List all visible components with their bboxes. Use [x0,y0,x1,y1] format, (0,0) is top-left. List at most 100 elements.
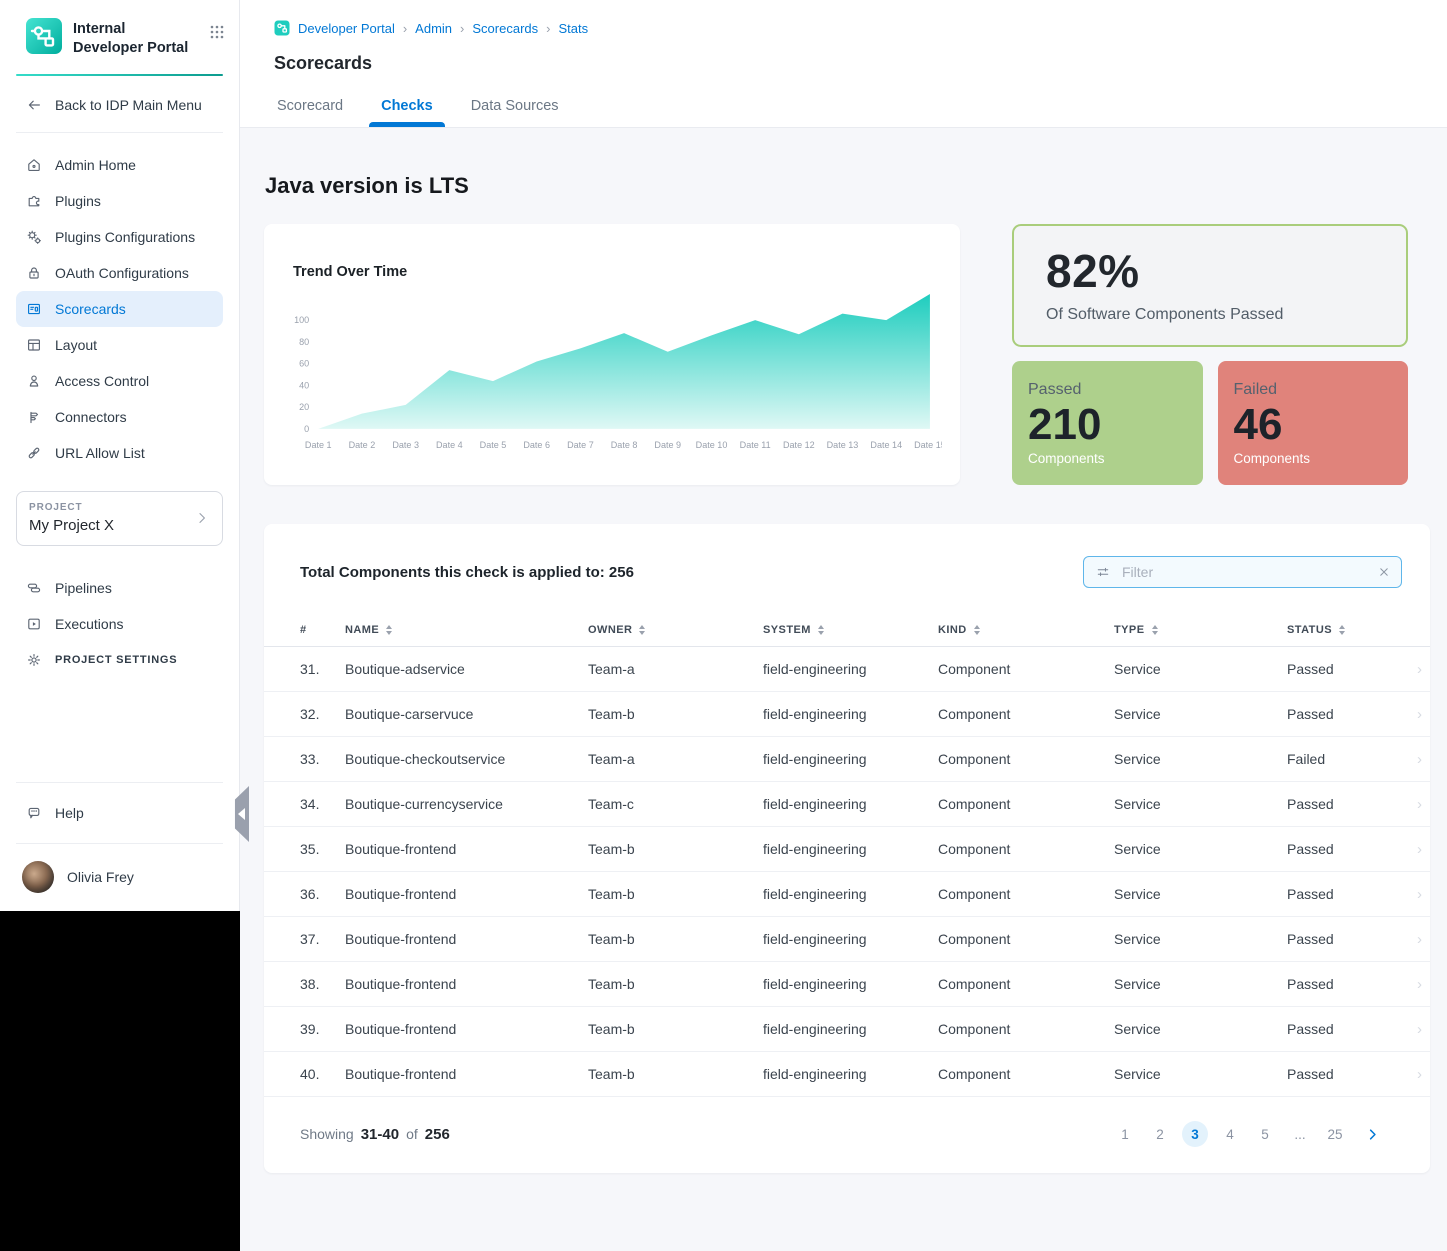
breadcrumb-link-stats[interactable]: Stats [558,21,588,36]
breadcrumb-link-developer-portal[interactable]: Developer Portal [298,21,395,36]
column-header-kind[interactable]: KIND [938,624,1114,636]
cell-kind: Component [938,751,1114,767]
cell-name: Boutique-frontend [345,976,588,992]
column-header-type[interactable]: TYPE [1114,624,1287,636]
cell-system: field-engineering [763,976,938,992]
table-row[interactable]: 37.Boutique-frontendTeam-bfield-engineer… [264,917,1430,962]
page-button-25[interactable]: 25 [1322,1121,1348,1147]
page-button-3[interactable]: 3 [1182,1121,1208,1147]
column-header-status[interactable]: STATUS [1287,624,1407,636]
column-label: STATUS [1287,624,1332,636]
sidebar-item-url-allow-list[interactable]: URL Allow List [16,435,223,471]
brand-header: Internal Developer Portal [0,0,239,70]
page-button-[interactable]: ... [1287,1121,1313,1147]
sort-icon[interactable] [974,625,980,635]
table-row[interactable]: 34.Boutique-currencyserviceTeam-cfield-e… [264,782,1430,827]
column-label: KIND [938,624,967,636]
table-row[interactable]: 35.Boutique-frontendTeam-bfield-engineer… [264,827,1430,872]
svg-text:Date 10: Date 10 [696,440,728,450]
filter-sliders-icon [1096,565,1110,579]
project-selector[interactable]: PROJECT My Project X [16,491,223,546]
sidebar-item-executions[interactable]: Executions [16,606,223,642]
column-header-name[interactable]: NAME [345,624,588,636]
column-header-owner[interactable]: OWNER [588,624,763,636]
table-row[interactable]: 32.Boutique-carservuceTeam-bfield-engine… [264,692,1430,737]
cell-num: 38. [300,976,345,992]
back-label: Back to IDP Main Menu [55,97,202,113]
tab-scorecard[interactable]: Scorecard [277,98,343,127]
page-button-5[interactable]: 5 [1252,1121,1278,1147]
cell-num: 33. [300,751,345,767]
svg-text:Date 8: Date 8 [611,440,638,450]
cell-num: 36. [300,886,345,902]
row-chevron-icon[interactable]: › [1417,976,1422,993]
percent-value: 82% [1046,248,1406,294]
help-button[interactable]: Help [16,783,223,843]
cell-system: field-engineering [763,1066,938,1082]
sidebar-item-access-control[interactable]: Access Control [16,363,223,399]
sidebar-item-oauth-configurations[interactable]: OAuth Configurations [16,255,223,291]
back-to-main-menu[interactable]: Back to IDP Main Menu [16,76,223,133]
row-chevron-icon[interactable]: › [1417,1021,1422,1038]
person-icon [26,373,42,389]
table-row[interactable]: 31.Boutique-adserviceTeam-afield-enginee… [264,647,1430,692]
table-body: 31.Boutique-adserviceTeam-afield-enginee… [264,647,1430,1097]
page-button-1[interactable]: 1 [1112,1121,1138,1147]
row-chevron-icon[interactable]: › [1417,931,1422,948]
sort-icon[interactable] [386,625,392,635]
table-row[interactable]: 40.Boutique-frontendTeam-bfield-engineer… [264,1052,1430,1097]
sidebar-item-project-settings[interactable]: PROJECT SETTINGS [16,642,223,678]
row-chevron-icon[interactable]: › [1417,661,1422,678]
table-row[interactable]: 38.Boutique-frontendTeam-bfield-engineer… [264,962,1430,1007]
breadcrumb-link-scorecards[interactable]: Scorecards [472,21,538,36]
row-chevron-icon[interactable]: › [1417,886,1422,903]
cell-kind: Component [938,706,1114,722]
page-button-4[interactable]: 4 [1217,1121,1243,1147]
tab-checks[interactable]: Checks [381,98,433,127]
filter-input[interactable] [1110,564,1377,580]
brand-title: Internal Developer Portal [73,18,198,58]
table-row[interactable]: 36.Boutique-frontendTeam-bfield-engineer… [264,872,1430,917]
page-button-2[interactable]: 2 [1147,1121,1173,1147]
components-table-card: Total Components this check is applied t… [264,524,1430,1173]
grid-icon[interactable] [209,18,225,40]
sidebar-item-scorecards[interactable]: Scorecards [16,291,223,327]
row-chevron-icon[interactable]: › [1417,706,1422,723]
sort-icon[interactable] [818,625,824,635]
column-header-system[interactable]: SYSTEM [763,624,938,636]
row-chevron-icon[interactable]: › [1417,1066,1422,1083]
row-chevron-icon[interactable]: › [1417,751,1422,768]
cell-name: Boutique-frontend [345,886,588,902]
close-icon[interactable] [1377,565,1391,579]
back-arrow-icon [26,97,42,113]
sidebar-item-pipelines[interactable]: Pipelines [16,570,223,606]
row-chevron-icon[interactable]: › [1417,841,1422,858]
sidebar-item-admin-home[interactable]: Admin Home [16,147,223,183]
sort-icon[interactable] [639,625,645,635]
tab-data-sources[interactable]: Data Sources [471,98,559,127]
breadcrumb-logo-icon [274,20,290,36]
cell-name: Boutique-currencyservice [345,796,588,812]
sidebar-item-layout[interactable]: Layout [16,327,223,363]
sort-icon[interactable] [1152,625,1158,635]
cell-owner: Team-a [588,661,763,677]
user-menu[interactable]: Olivia Frey [16,844,223,911]
table-row[interactable]: 33.Boutique-checkoutserviceTeam-afield-e… [264,737,1430,782]
breadcrumb-link-admin[interactable]: Admin [415,21,452,36]
sort-icon[interactable] [1339,625,1345,635]
next-page-icon[interactable] [1365,1127,1380,1142]
svg-text:20: 20 [299,402,309,412]
sidebar-item-connectors[interactable]: Connectors [16,399,223,435]
svg-text:0: 0 [304,424,309,434]
row-chevron-icon[interactable]: › [1417,796,1422,813]
cell-status: Passed [1287,706,1407,722]
failed-card: Failed 46 Components [1218,361,1409,485]
sidebar-item-plugins[interactable]: Plugins [16,183,223,219]
cell-system: field-engineering [763,796,938,812]
table-row[interactable]: 39.Boutique-frontendTeam-bfield-engineer… [264,1007,1430,1052]
column-label: SYSTEM [763,624,811,636]
project-name: My Project X [29,517,194,534]
sidebar-item-plugins-configurations[interactable]: Plugins Configurations [16,219,223,255]
chevron-right-icon [194,510,210,526]
trend-area-chart: 020406080100Date 1Date 2Date 3Date 4Date… [264,280,960,460]
